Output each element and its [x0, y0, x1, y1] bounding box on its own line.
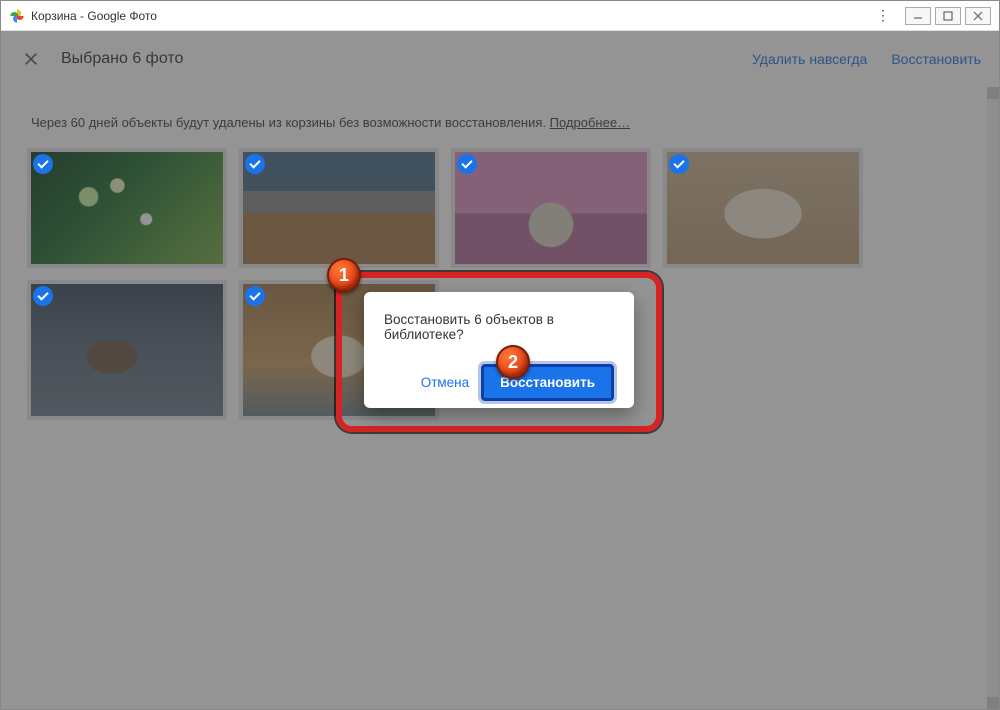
scroll-down-icon[interactable] — [987, 697, 999, 709]
selected-check-icon[interactable] — [669, 154, 689, 174]
overflow-menu-icon[interactable]: ⋮ — [873, 7, 893, 24]
selected-check-icon[interactable] — [457, 154, 477, 174]
dialog-message: Восстановить 6 объектов в библиотеке? — [384, 312, 614, 342]
info-banner: Через 60 дней объекты будут удалены из к… — [1, 87, 999, 148]
selection-toolbar: Выбрано 6 фото Удалить навсегда Восстано… — [1, 31, 999, 87]
minimize-button[interactable] — [905, 7, 931, 25]
photo-thumbnail[interactable] — [27, 280, 227, 420]
photo-thumbnail[interactable] — [663, 148, 863, 268]
scrollbar[interactable] — [987, 87, 999, 709]
info-text: Через 60 дней объекты будут удалены из к… — [31, 115, 550, 130]
photo-thumbnail[interactable] — [451, 148, 651, 268]
restore-dialog: Восстановить 6 объектов в библиотеке? От… — [364, 292, 634, 408]
selected-check-icon[interactable] — [33, 154, 53, 174]
photo-thumbnail[interactable] — [239, 148, 439, 268]
selected-check-icon[interactable] — [245, 154, 265, 174]
window-title: Корзина - Google Фото — [31, 9, 157, 23]
photo-thumbnail[interactable] — [27, 148, 227, 268]
selected-check-icon[interactable] — [33, 286, 53, 306]
selection-count: Выбрано 6 фото — [61, 50, 183, 68]
annotation-step-badge-2: 2 — [496, 345, 530, 379]
google-photos-icon — [9, 8, 25, 24]
close-window-button[interactable] — [965, 7, 991, 25]
learn-more-link[interactable]: Подробнее… — [550, 115, 630, 130]
restore-button[interactable]: Восстановить — [891, 51, 981, 67]
dialog-cancel-button[interactable]: Отмена — [417, 369, 473, 396]
maximize-button[interactable] — [935, 7, 961, 25]
selected-check-icon[interactable] — [245, 286, 265, 306]
annotation-step-badge-1: 1 — [327, 258, 361, 292]
window-titlebar: Корзина - Google Фото ⋮ — [1, 1, 999, 31]
delete-forever-button[interactable]: Удалить навсегда — [752, 51, 867, 67]
close-selection-icon[interactable] — [19, 47, 43, 71]
scroll-up-icon[interactable] — [987, 87, 999, 99]
